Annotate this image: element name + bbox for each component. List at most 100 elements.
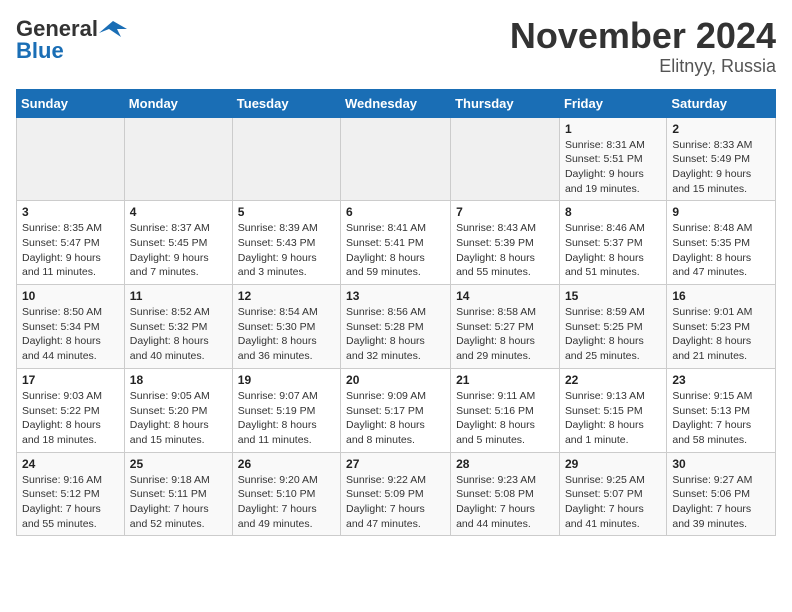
header-day-monday: Monday bbox=[124, 89, 232, 117]
day-cell: 22Sunrise: 9:13 AM Sunset: 5:15 PM Dayli… bbox=[559, 368, 666, 452]
week-row-1: 1 Sunrise: 8:31 AM Sunset: 5:51 PM Daylig… bbox=[17, 117, 776, 201]
day-info: Sunrise: 8:46 AM Sunset: 5:37 PM Dayligh… bbox=[565, 221, 661, 280]
day-cell: 8 Sunrise: 8:46 AM Sunset: 5:37 PM Daylig… bbox=[559, 201, 666, 285]
day-cell: 2 Sunrise: 8:33 AM Sunset: 5:49 PM Daylig… bbox=[667, 117, 776, 201]
day-number: 22 bbox=[565, 373, 661, 387]
day-number: 9 bbox=[672, 205, 770, 219]
day-cell: 5 Sunrise: 8:39 AM Sunset: 5:43 PM Daylig… bbox=[232, 201, 340, 285]
day-info: Sunrise: 8:31 AM Sunset: 5:51 PM Dayligh… bbox=[565, 138, 661, 197]
day-cell: 20 Sunrise: 9:09 AM Sunset: 5:17 PM Dayli… bbox=[341, 368, 451, 452]
header-day-tuesday: Tuesday bbox=[232, 89, 340, 117]
day-info: Sunrise: 9:16 AM Sunset: 5:12 PM Dayligh… bbox=[22, 473, 119, 532]
day-info: Sunrise: 8:37 AM Sunset: 5:45 PM Dayligh… bbox=[130, 221, 227, 280]
day-cell: 21 Sunrise: 9:11 AM Sunset: 5:16 PM Dayli… bbox=[451, 368, 560, 452]
day-number: 25 bbox=[130, 457, 227, 471]
header-day-sunday: Sunday bbox=[17, 89, 125, 117]
day-info: Sunrise: 8:48 AM Sunset: 5:35 PM Dayligh… bbox=[672, 221, 770, 280]
day-cell: 25 Sunrise: 9:18 AM Sunset: 5:11 PM Dayli… bbox=[124, 452, 232, 536]
day-cell bbox=[451, 117, 560, 201]
day-number: 20 bbox=[346, 373, 445, 387]
day-cell: 11Sunrise: 8:52 AM Sunset: 5:32 PM Dayli… bbox=[124, 285, 232, 369]
day-number: 16 bbox=[672, 289, 770, 303]
day-cell: 16 Sunrise: 9:01 AM Sunset: 5:23 PM Dayli… bbox=[667, 285, 776, 369]
day-info: Sunrise: 8:35 AM Sunset: 5:47 PM Dayligh… bbox=[22, 221, 119, 280]
day-number: 21 bbox=[456, 373, 554, 387]
day-number: 8 bbox=[565, 205, 661, 219]
day-cell: 17 Sunrise: 9:03 AM Sunset: 5:22 PM Dayli… bbox=[17, 368, 125, 452]
week-row-4: 17 Sunrise: 9:03 AM Sunset: 5:22 PM Dayli… bbox=[17, 368, 776, 452]
day-cell: 26 Sunrise: 9:20 AM Sunset: 5:10 PM Dayli… bbox=[232, 452, 340, 536]
day-cell: 1 Sunrise: 8:31 AM Sunset: 5:51 PM Daylig… bbox=[559, 117, 666, 201]
day-info: Sunrise: 9:09 AM Sunset: 5:17 PM Dayligh… bbox=[346, 389, 445, 448]
day-cell: 6Sunrise: 8:41 AM Sunset: 5:41 PM Daylig… bbox=[341, 201, 451, 285]
calendar-body: 1 Sunrise: 8:31 AM Sunset: 5:51 PM Daylig… bbox=[17, 117, 776, 536]
day-info: Sunrise: 8:43 AM Sunset: 5:39 PM Dayligh… bbox=[456, 221, 554, 280]
day-cell: 9 Sunrise: 8:48 AM Sunset: 5:35 PM Daylig… bbox=[667, 201, 776, 285]
day-cell: 19 Sunrise: 9:07 AM Sunset: 5:19 PM Dayli… bbox=[232, 368, 340, 452]
day-info: Sunrise: 9:20 AM Sunset: 5:10 PM Dayligh… bbox=[238, 473, 335, 532]
page-title: November 2024 bbox=[510, 16, 776, 56]
day-info: Sunrise: 9:03 AM Sunset: 5:22 PM Dayligh… bbox=[22, 389, 119, 448]
day-number: 19 bbox=[238, 373, 335, 387]
day-cell: 3 Sunrise: 8:35 AM Sunset: 5:47 PM Daylig… bbox=[17, 201, 125, 285]
page-subtitle: Elitnyy, Russia bbox=[510, 56, 776, 77]
day-info: Sunrise: 8:41 AM Sunset: 5:41 PM Dayligh… bbox=[346, 221, 445, 280]
day-cell: 18 Sunrise: 9:05 AM Sunset: 5:20 PM Dayli… bbox=[124, 368, 232, 452]
day-number: 10 bbox=[22, 289, 119, 303]
day-info: Sunrise: 9:25 AM Sunset: 5:07 PM Dayligh… bbox=[565, 473, 661, 532]
day-info: Sunrise: 8:58 AM Sunset: 5:27 PM Dayligh… bbox=[456, 305, 554, 364]
day-cell bbox=[17, 117, 125, 201]
day-number: 4 bbox=[130, 205, 227, 219]
day-number: 12 bbox=[238, 289, 335, 303]
day-info: Sunrise: 9:11 AM Sunset: 5:16 PM Dayligh… bbox=[456, 389, 554, 448]
day-number: 5 bbox=[238, 205, 335, 219]
day-cell: 12Sunrise: 8:54 AM Sunset: 5:30 PM Dayli… bbox=[232, 285, 340, 369]
day-number: 15 bbox=[565, 289, 661, 303]
day-info: Sunrise: 9:27 AM Sunset: 5:06 PM Dayligh… bbox=[672, 473, 770, 532]
day-number: 17 bbox=[22, 373, 119, 387]
day-number: 27 bbox=[346, 457, 445, 471]
day-cell bbox=[232, 117, 340, 201]
day-cell bbox=[341, 117, 451, 201]
day-cell: 29 Sunrise: 9:25 AM Sunset: 5:07 PM Dayli… bbox=[559, 452, 666, 536]
week-row-3: 10Sunrise: 8:50 AM Sunset: 5:34 PM Dayli… bbox=[17, 285, 776, 369]
day-number: 23 bbox=[672, 373, 770, 387]
day-number: 3 bbox=[22, 205, 119, 219]
day-info: Sunrise: 8:39 AM Sunset: 5:43 PM Dayligh… bbox=[238, 221, 335, 280]
day-number: 24 bbox=[22, 457, 119, 471]
day-info: Sunrise: 9:01 AM Sunset: 5:23 PM Dayligh… bbox=[672, 305, 770, 364]
logo: General Blue bbox=[16, 16, 128, 64]
header-day-thursday: Thursday bbox=[451, 89, 560, 117]
day-info: Sunrise: 9:05 AM Sunset: 5:20 PM Dayligh… bbox=[130, 389, 227, 448]
logo-bird-icon bbox=[99, 19, 127, 39]
calendar-table: SundayMondayTuesdayWednesdayThursdayFrid… bbox=[16, 89, 776, 537]
day-number: 2 bbox=[672, 122, 770, 136]
day-info: Sunrise: 8:33 AM Sunset: 5:49 PM Dayligh… bbox=[672, 138, 770, 197]
day-cell bbox=[124, 117, 232, 201]
day-cell: 13 Sunrise: 8:56 AM Sunset: 5:28 PM Dayli… bbox=[341, 285, 451, 369]
day-cell: 23Sunrise: 9:15 AM Sunset: 5:13 PM Dayli… bbox=[667, 368, 776, 452]
day-cell: 10Sunrise: 8:50 AM Sunset: 5:34 PM Dayli… bbox=[17, 285, 125, 369]
day-info: Sunrise: 8:56 AM Sunset: 5:28 PM Dayligh… bbox=[346, 305, 445, 364]
day-number: 13 bbox=[346, 289, 445, 303]
day-number: 1 bbox=[565, 122, 661, 136]
day-info: Sunrise: 8:59 AM Sunset: 5:25 PM Dayligh… bbox=[565, 305, 661, 364]
day-number: 7 bbox=[456, 205, 554, 219]
header-day-friday: Friday bbox=[559, 89, 666, 117]
day-info: Sunrise: 9:23 AM Sunset: 5:08 PM Dayligh… bbox=[456, 473, 554, 532]
day-cell: 4 Sunrise: 8:37 AM Sunset: 5:45 PM Daylig… bbox=[124, 201, 232, 285]
day-number: 29 bbox=[565, 457, 661, 471]
header-day-wednesday: Wednesday bbox=[341, 89, 451, 117]
day-info: Sunrise: 8:52 AM Sunset: 5:32 PM Dayligh… bbox=[130, 305, 227, 364]
day-number: 30 bbox=[672, 457, 770, 471]
day-info: Sunrise: 9:22 AM Sunset: 5:09 PM Dayligh… bbox=[346, 473, 445, 532]
week-row-2: 3 Sunrise: 8:35 AM Sunset: 5:47 PM Daylig… bbox=[17, 201, 776, 285]
day-number: 28 bbox=[456, 457, 554, 471]
page-header: General Blue November 2024 Elitnyy, Russ… bbox=[16, 16, 776, 77]
day-number: 18 bbox=[130, 373, 227, 387]
day-cell: 27 Sunrise: 9:22 AM Sunset: 5:09 PM Dayli… bbox=[341, 452, 451, 536]
day-number: 26 bbox=[238, 457, 335, 471]
calendar-header: SundayMondayTuesdayWednesdayThursdayFrid… bbox=[17, 89, 776, 117]
day-info: Sunrise: 9:18 AM Sunset: 5:11 PM Dayligh… bbox=[130, 473, 227, 532]
day-info: Sunrise: 9:07 AM Sunset: 5:19 PM Dayligh… bbox=[238, 389, 335, 448]
